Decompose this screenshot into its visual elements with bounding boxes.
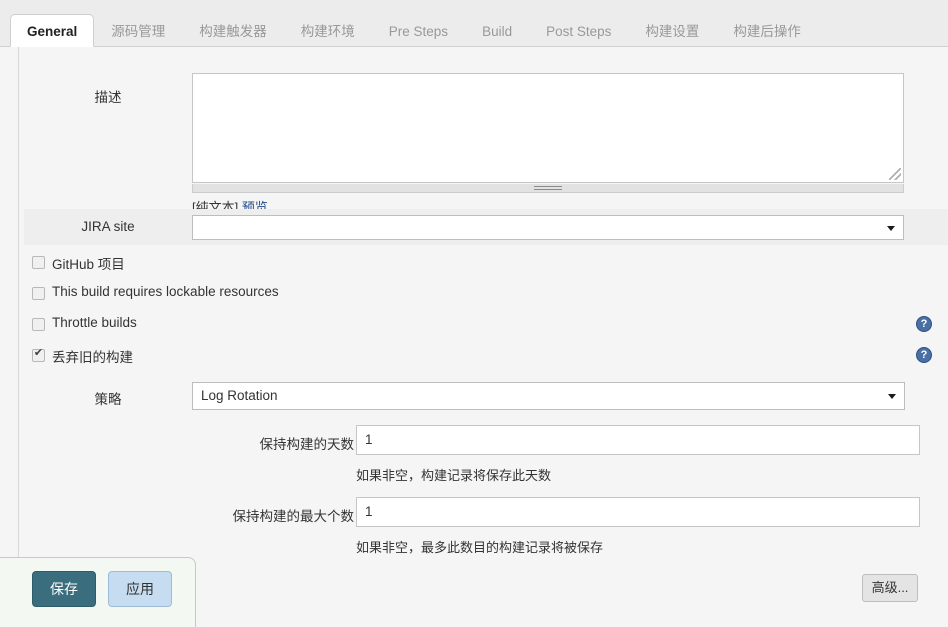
discard-old-builds-checkbox[interactable]	[32, 347, 45, 362]
config-form: 描述 [纯文本] 预览 JIRA site GitHub 项目 This bui…	[0, 47, 948, 627]
lockable-resources-row: This build requires lockable resources	[24, 280, 948, 311]
max-builds-label: 保持构建的最大个数	[232, 509, 355, 524]
grip-lines-icon	[534, 186, 562, 190]
throttle-builds-row: Throttle builds ?	[24, 311, 948, 342]
tab-build[interactable]: Build	[465, 14, 529, 47]
discard-old-builds-row: 丢弃旧的构建 ?	[24, 342, 948, 373]
description-textarea[interactable]	[192, 73, 904, 183]
tab-build-triggers[interactable]: 构建触发器	[182, 14, 284, 47]
config-tab-bar: General 源码管理 构建触发器 构建环境 Pre Steps Build …	[0, 0, 948, 47]
lockable-resources-label[interactable]: This build requires lockable resources	[52, 284, 279, 299]
tab-label: Post Steps	[546, 24, 612, 39]
strategy-label: 策略	[94, 392, 122, 407]
max-builds-input[interactable]: 1	[356, 497, 920, 527]
github-project-checkbox[interactable]	[32, 256, 45, 269]
days-to-keep-label: 保持构建的天数	[259, 437, 355, 452]
tab-label: 构建触发器	[199, 24, 267, 39]
discard-old-builds-label[interactable]: 丢弃旧的构建	[52, 346, 133, 366]
max-builds-hint: 如果非空，最多此数目的构建记录将被保存	[356, 540, 604, 555]
help-icon[interactable]: ?	[916, 316, 932, 332]
textarea-resize-bar[interactable]	[192, 184, 904, 193]
strategy-select[interactable]: Log Rotation	[192, 382, 905, 410]
tab-label: 构建设置	[645, 24, 700, 39]
chevron-down-icon	[888, 394, 896, 399]
throttle-builds-label[interactable]: Throttle builds	[52, 315, 137, 330]
tab-label: 构建环境	[300, 24, 355, 39]
jira-site-label: JIRA site	[81, 219, 135, 234]
tab-build-env[interactable]: 构建环境	[284, 14, 372, 47]
tab-general[interactable]: General	[10, 14, 95, 47]
advanced-button[interactable]: 高级...	[862, 574, 918, 602]
github-project-label[interactable]: GitHub 项目	[52, 253, 125, 273]
form-content: 描述 [纯文本] 预览 JIRA site GitHub 项目 This bui…	[24, 47, 948, 627]
days-to-keep-hint: 如果非空，构建记录将保存此天数	[356, 468, 552, 483]
tab-build-settings[interactable]: 构建设置	[628, 14, 716, 47]
tab-label: 构建后操作	[733, 24, 801, 39]
tab-label: General	[27, 24, 78, 39]
throttle-builds-checkbox[interactable]	[32, 318, 45, 331]
tab-pre-steps[interactable]: Pre Steps	[372, 14, 465, 47]
days-to-keep-input[interactable]: 1	[356, 425, 920, 455]
apply-button[interactable]: 应用	[108, 571, 172, 607]
sticky-save-bar: 保存 应用	[0, 557, 196, 627]
tab-label: Build	[482, 24, 513, 39]
lockable-resources-checkbox[interactable]	[32, 287, 45, 300]
jira-site-select[interactable]	[192, 215, 904, 240]
strategy-row: 策略 Log Rotation	[24, 377, 948, 417]
description-row: 描述 [纯文本] 预览	[24, 60, 948, 215]
jira-site-row: JIRA site	[24, 209, 948, 245]
tab-post-build[interactable]: 构建后操作	[716, 14, 818, 47]
github-project-row: GitHub 项目	[24, 249, 948, 280]
tab-label: Pre Steps	[388, 24, 449, 39]
tab-post-steps[interactable]: Post Steps	[529, 14, 628, 47]
save-button[interactable]: 保存	[32, 571, 96, 607]
help-icon[interactable]: ?	[916, 347, 932, 363]
form-left-divider	[18, 47, 19, 592]
chevron-down-icon	[887, 225, 895, 231]
max-builds-row: 保持构建的最大个数 1	[24, 497, 948, 530]
tab-label: 源码管理	[111, 24, 166, 39]
description-label: 描述	[94, 90, 122, 105]
strategy-value: Log Rotation	[201, 388, 278, 403]
tab-scm[interactable]: 源码管理	[94, 14, 182, 47]
days-to-keep-row: 保持构建的天数 1	[24, 425, 948, 458]
resize-handle-icon[interactable]	[889, 168, 901, 180]
